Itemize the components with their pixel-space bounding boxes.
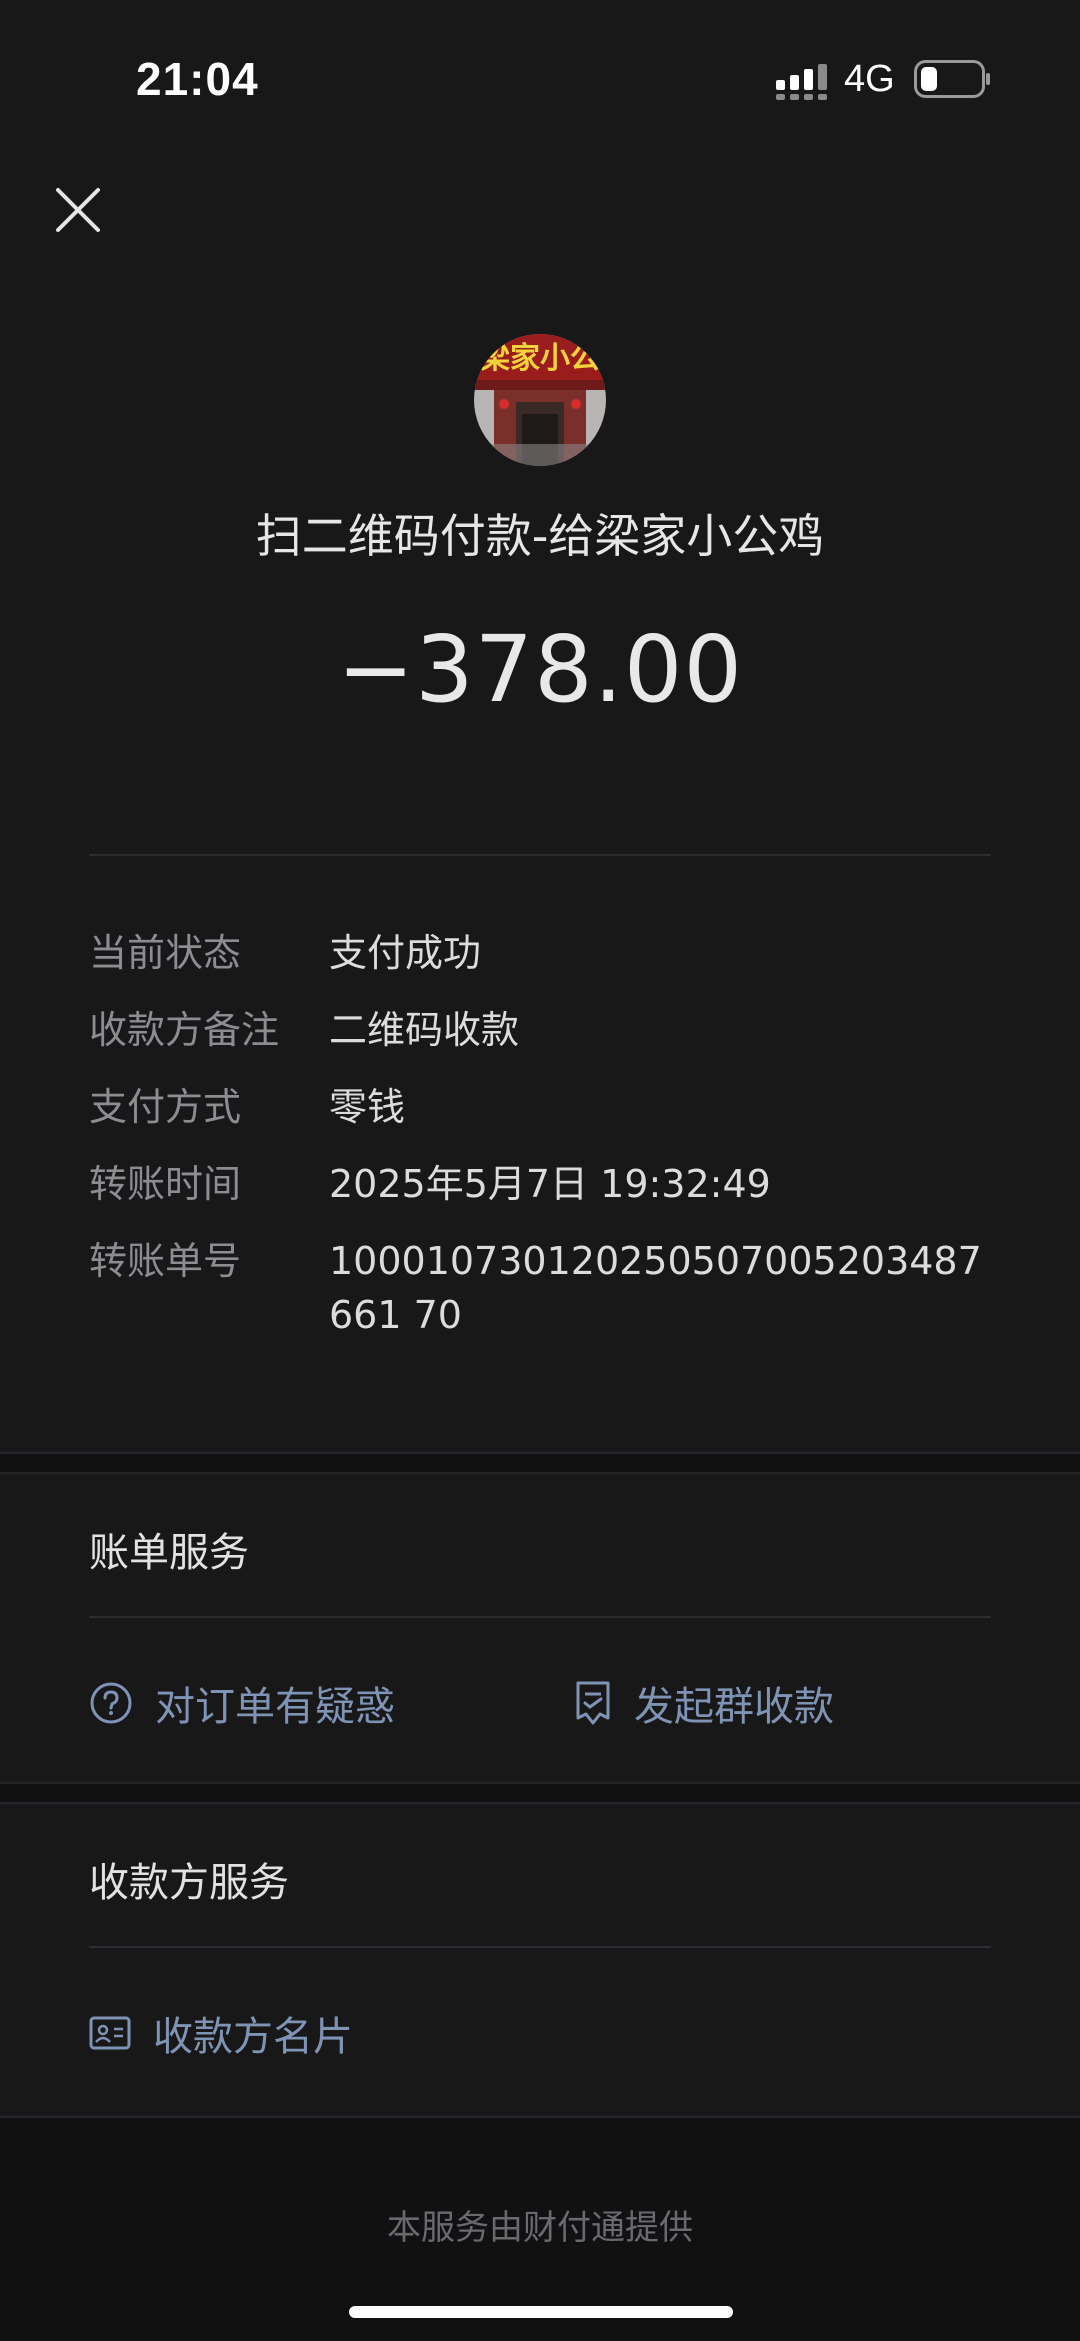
detail-value: 二维码收款 — [329, 1008, 520, 1052]
divider — [89, 1616, 991, 1618]
battery-icon — [914, 60, 990, 98]
section-separator — [0, 1782, 1080, 1804]
detail-value: 零钱 — [329, 1085, 406, 1129]
detail-row-order-number: 转账单号 100010730120250507005203487661 70 — [89, 1234, 999, 1344]
section-separator — [0, 1452, 1080, 1474]
footer-provider-text: 本服务由财付通提供 — [387, 2208, 693, 2248]
payee-card-link[interactable]: 收款方名片 — [89, 2004, 353, 2062]
question-icon — [90, 1682, 132, 1724]
network-type: 4G — [844, 58, 895, 100]
status-time: 21:04 — [136, 53, 259, 105]
order-question-link[interactable]: 对订单有疑惑 — [89, 1674, 395, 1732]
group-collect-link[interactable]: 发起群收款 — [574, 1674, 834, 1732]
close-icon[interactable] — [50, 182, 106, 238]
detail-label: 转账时间 — [89, 1162, 242, 1206]
detail-value: 2025年5月7日 19:32:49 — [329, 1162, 771, 1206]
avatar-sign-text: 梁家小公 — [480, 341, 600, 376]
receipt-icon — [576, 1681, 610, 1725]
payee-service-title: 收款方服务 — [89, 1860, 289, 1906]
payee-card-label: 收款方名片 — [153, 2014, 353, 2060]
detail-label: 支付方式 — [89, 1085, 242, 1129]
signal-icon — [776, 64, 827, 100]
detail-value: 支付成功 — [329, 931, 482, 975]
payment-amount: −378.00 — [337, 616, 743, 723]
detail-label: 当前状态 — [89, 931, 242, 975]
detail-label: 收款方备注 — [89, 1008, 280, 1052]
merchant-avatar: 梁家小公 — [474, 334, 606, 466]
detail-value: 100010730120250507005203487661 70 — [329, 1239, 982, 1337]
bill-service-title: 账单服务 — [89, 1530, 249, 1576]
order-question-label: 对订单有疑惑 — [155, 1684, 395, 1730]
detail-label: 转账单号 — [89, 1239, 242, 1283]
group-collect-label: 发起群收款 — [634, 1684, 834, 1730]
merchant-title: 扫二维码付款-给梁家小公鸡 — [255, 509, 825, 563]
divider — [89, 854, 991, 856]
divider — [89, 1946, 991, 1948]
home-indicator[interactable] — [349, 2306, 733, 2318]
status-bar: 21:04 4G — [0, 0, 1080, 160]
contact-card-icon — [89, 2016, 131, 2050]
